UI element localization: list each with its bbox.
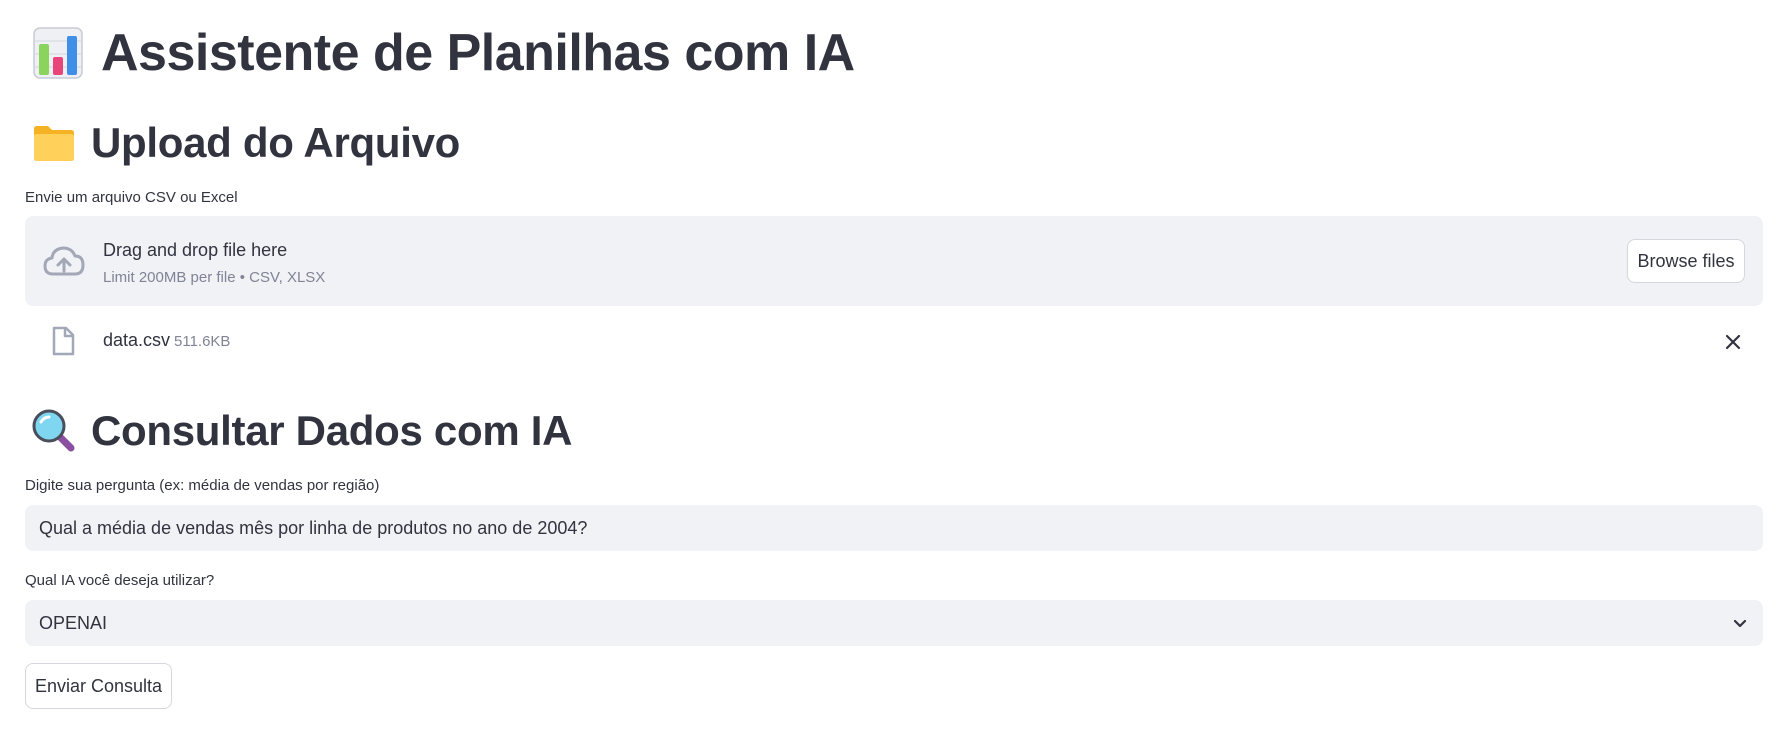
- bar-chart-icon: [33, 27, 83, 79]
- chevron-down-icon: [1733, 619, 1747, 628]
- page-title-row: Assistente de Planilhas com IA: [25, 18, 1763, 88]
- browse-files-button[interactable]: Browse files: [1627, 239, 1745, 283]
- upload-heading-row: Upload do Arquivo: [25, 115, 1763, 171]
- file-dropzone[interactable]: Drag and drop file here Limit 200MB per …: [25, 216, 1763, 306]
- app-page: Assistente de Planilhas com IA Upload do…: [0, 0, 1788, 729]
- ai-select-label: Qual IA você deseja utilizar?: [25, 572, 215, 589]
- upload-label: Envie um arquivo CSV ou Excel: [25, 189, 238, 206]
- dropzone-limit: Limit 200MB per file • CSV, XLSX: [103, 269, 326, 286]
- file-icon: [52, 326, 75, 356]
- file-name: data.csv: [103, 330, 171, 350]
- page-title: Assistente de Planilhas com IA: [101, 24, 855, 82]
- question-label: Digite sua pergunta (ex: média de vendas…: [25, 477, 380, 494]
- remove-file-close-icon[interactable]: [1721, 330, 1745, 354]
- upload-heading: Upload do Arquivo: [91, 119, 460, 166]
- query-heading-row: Consultar Dados com IA: [25, 403, 1763, 459]
- magnifier-icon: [32, 409, 75, 452]
- submit-query-button[interactable]: Enviar Consulta: [25, 663, 172, 709]
- cloud-upload-icon: [43, 246, 85, 276]
- ai-select-value: OPENAI: [39, 612, 108, 633]
- folder-icon: [34, 126, 74, 161]
- uploaded-file-row: data.csv 511.6KB: [25, 322, 1763, 362]
- query-heading: Consultar Dados com IA: [91, 407, 573, 454]
- dropzone-instruction: Drag and drop file here: [103, 240, 288, 260]
- ai-select[interactable]: OPENAI: [25, 600, 1763, 646]
- file-size: 511.6KB: [174, 333, 231, 350]
- question-input[interactable]: Qual a média de vendas mês por linha de …: [25, 505, 1763, 551]
